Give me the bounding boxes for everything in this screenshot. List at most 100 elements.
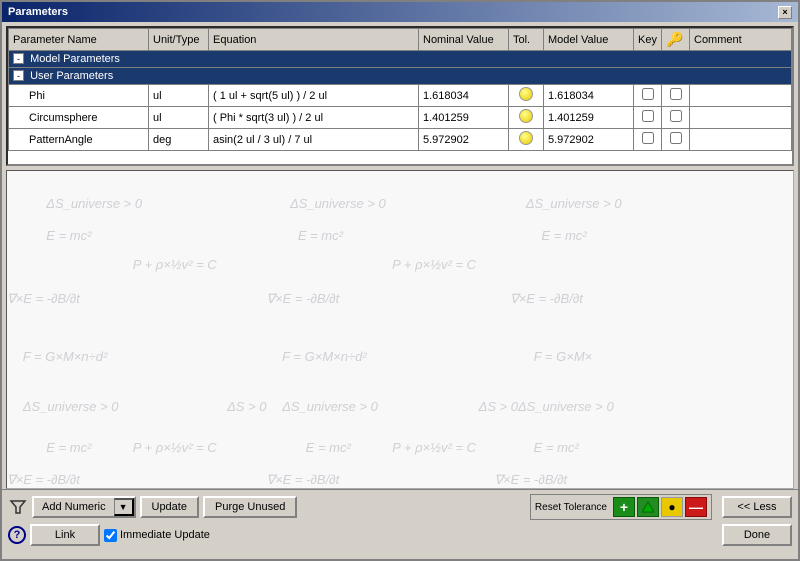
math-expression: ΔS > 0 <box>227 399 266 414</box>
filter-icon[interactable] <box>8 497 28 517</box>
math-expression: ∇×E = -∂B/∂t <box>266 472 339 488</box>
immediate-update-checkbox[interactable] <box>104 529 117 542</box>
param-equation-patternangle: asin(2 ul / 3 ul) / 7 ul <box>209 129 419 151</box>
math-expression: ∇×E = -∂B/∂t <box>494 472 567 488</box>
math-expression: ∇×E = -∂B/∂t <box>7 291 80 307</box>
update-button[interactable]: Update <box>140 496 199 518</box>
math-expression: ∇×E = -∂B/∂t <box>266 291 339 307</box>
math-expression: ΔS > 0 <box>479 399 518 414</box>
math-expression: E = mc² <box>534 440 579 455</box>
table-row: Circumsphere ul ( Phi * sqrt(3 ul) ) / 2… <box>9 107 792 129</box>
param-equation-phi: ( 1 ul + sqrt(5 ul) ) / 2 ul <box>209 85 419 107</box>
math-expression: ΔS_universe > 0 <box>282 399 378 414</box>
math-expression: E = mc² <box>46 228 91 243</box>
table-header-row: Parameter Name Unit/Type Equation Nomina… <box>9 29 792 51</box>
param-key-patternangle <box>634 129 662 151</box>
table-row: PatternAngle deg asin(2 ul / 3 ul) / 7 u… <box>9 129 792 151</box>
param-unit-patternangle: deg <box>149 129 209 151</box>
param-model-circumsphere: 1.401259 <box>544 107 634 129</box>
col-header-nominal: Nominal Value <box>419 29 509 51</box>
param-model-phi: 1.618034 <box>544 85 634 107</box>
col-header-unit: Unit/Type <box>149 29 209 51</box>
param-tol-circumsphere <box>509 107 544 129</box>
param-comment-phi <box>690 85 792 107</box>
math-expression: F = G×M×n÷d² <box>282 349 367 364</box>
param-tol-patternangle <box>509 129 544 151</box>
title-bar-buttons: × <box>778 6 792 19</box>
math-expression: P + ρ×½v² = C <box>133 257 217 272</box>
link-button[interactable]: Link <box>30 524 100 546</box>
icon-checkbox-phi[interactable] <box>670 88 682 100</box>
model-group-expand[interactable]: - <box>13 53 24 64</box>
parameters-window: Parameters × Parameter Name Unit/Type Eq… <box>0 0 800 561</box>
param-icon-circumsphere <box>662 107 690 129</box>
param-model-patternangle: 5.972902 <box>544 129 634 151</box>
math-expression: ΔS_universe > 0 <box>290 196 386 211</box>
param-unit-circumsphere: ul <box>149 107 209 129</box>
add-numeric-split-button[interactable]: Add Numeric ▼ <box>32 496 136 518</box>
key-checkbox-circumsphere[interactable] <box>642 110 654 122</box>
param-unit-phi: ul <box>149 85 209 107</box>
param-tol-phi <box>509 85 544 107</box>
param-comment-patternangle <box>690 129 792 151</box>
math-expression: E = mc² <box>541 228 586 243</box>
key-checkbox-patternangle[interactable] <box>642 132 654 144</box>
param-icon-phi <box>662 85 690 107</box>
col-header-equation: Equation <box>209 29 419 51</box>
done-button[interactable]: Done <box>722 524 792 546</box>
help-icon[interactable]: ? <box>8 526 26 544</box>
bottom-bar: Add Numeric ▼ Update Purge Unused Reset … <box>2 489 798 559</box>
tol-indicator-patternangle[interactable] <box>519 131 533 145</box>
icon-checkbox-patternangle[interactable] <box>670 132 682 144</box>
tol-indicator-circumsphere[interactable] <box>519 109 533 123</box>
immediate-update-label[interactable]: Immediate Update <box>104 529 210 542</box>
user-group-expand[interactable]: - <box>13 70 24 81</box>
col-header-icon: 🔑 <box>662 29 690 51</box>
param-nominal-circumsphere: 1.401259 <box>419 107 509 129</box>
col-header-tol: Tol. <box>509 29 544 51</box>
parameters-table-area: Parameter Name Unit/Type Equation Nomina… <box>6 26 794 166</box>
window-title: Parameters <box>8 6 68 18</box>
math-expression: E = mc² <box>306 440 351 455</box>
add-numeric-dropdown-arrow[interactable]: ▼ <box>114 498 134 516</box>
reset-tolerance-group: Reset Tolerance + ● — <box>530 494 712 520</box>
math-expression: F = G×M× <box>534 349 593 364</box>
param-name-patternangle: PatternAngle <box>9 129 149 151</box>
math-expression: P + ρ×½v² = C <box>392 440 476 455</box>
col-header-key: Key <box>634 29 662 51</box>
less-button[interactable]: << Less <box>722 496 792 518</box>
parameters-table: Parameter Name Unit/Type Equation Nomina… <box>8 28 792 151</box>
table-row-user-group: - User Parameters <box>9 68 792 85</box>
math-expression: P + ρ×½v² = C <box>392 257 476 272</box>
math-expression: F = G×M×n÷d² <box>23 349 108 364</box>
reset-tolerance-label: Reset Tolerance <box>535 502 607 513</box>
tolerance-circle-button[interactable]: ● <box>661 497 683 517</box>
param-icon-patternangle <box>662 129 690 151</box>
main-content-area: E = mc² ∇×E = -∂B/∂t ΔS_universe > 0 F = G×… <box>6 170 794 489</box>
math-expression: ΔS_universe > 0 <box>46 196 142 211</box>
col-header-model: Model Value <box>544 29 634 51</box>
add-numeric-button[interactable]: Add Numeric <box>34 498 114 516</box>
tolerance-triangle-button[interactable] <box>637 497 659 517</box>
icon-checkbox-circumsphere[interactable] <box>670 110 682 122</box>
tol-indicator-phi[interactable] <box>519 87 533 101</box>
col-header-comment: Comment <box>690 29 792 51</box>
math-expression: ΔS_universe > 0 <box>526 196 622 211</box>
param-comment-circumsphere <box>690 107 792 129</box>
param-key-phi <box>634 85 662 107</box>
tolerance-minus-button[interactable]: — <box>685 497 707 517</box>
user-group-label: - User Parameters <box>9 68 792 85</box>
key-checkbox-phi[interactable] <box>642 88 654 100</box>
param-equation-circumsphere: ( Phi * sqrt(3 ul) ) / 2 ul <box>209 107 419 129</box>
math-background: E = mc² ∇×E = -∂B/∂t ΔS_universe > 0 F = G×… <box>7 171 793 488</box>
param-name-phi: Phi <box>9 85 149 107</box>
col-header-name: Parameter Name <box>9 29 149 51</box>
math-expression: ∇×E = -∂B/∂t <box>7 472 80 488</box>
table-row-model-group: - Model Parameters <box>9 51 792 68</box>
model-group-label: - Model Parameters <box>9 51 792 68</box>
math-expression: ΔS_universe > 0 <box>518 399 614 414</box>
math-expression: E = mc² <box>298 228 343 243</box>
close-button[interactable]: × <box>778 6 792 19</box>
tolerance-plus-button[interactable]: + <box>613 497 635 517</box>
purge-unused-button[interactable]: Purge Unused <box>203 496 297 518</box>
